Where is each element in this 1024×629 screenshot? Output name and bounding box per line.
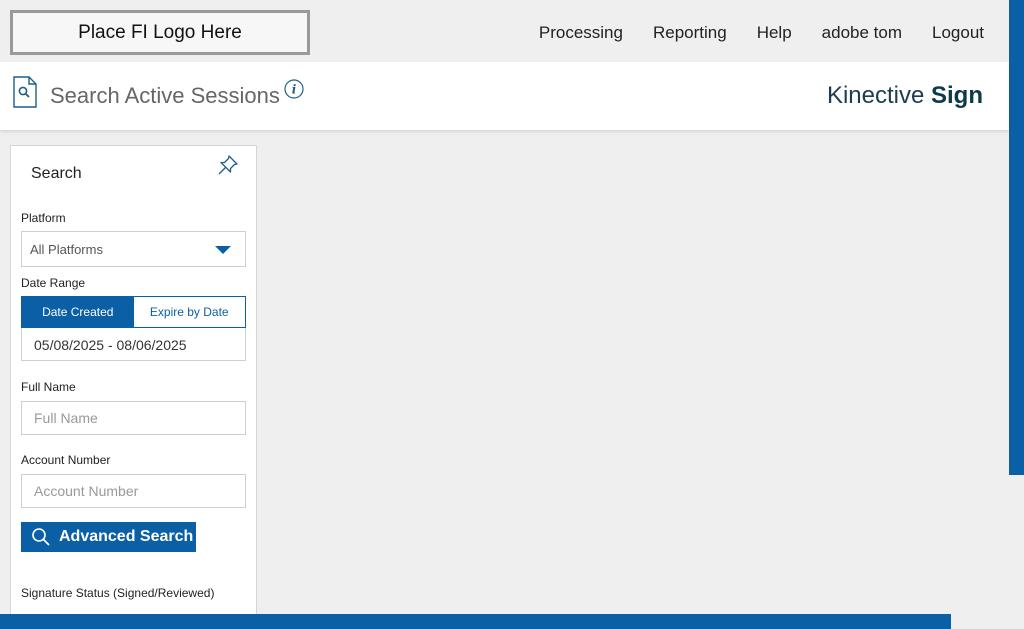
date-type-toggle: Date Created Expire by Date: [21, 296, 246, 328]
date-range-label: Date Range: [21, 276, 86, 290]
info-icon[interactable]: i: [284, 79, 304, 99]
advanced-search-button[interactable]: Advanced Search: [21, 522, 196, 552]
right-accent-strip: [1009, 0, 1024, 475]
search-icon: [32, 528, 50, 546]
platform-selected-value: All Platforms: [30, 242, 103, 257]
date-range-field[interactable]: 05/08/2025 - 08/06/2025: [21, 328, 246, 361]
nav-processing[interactable]: Processing: [539, 23, 623, 43]
chevron-down-icon: [215, 246, 231, 254]
full-name-label: Full Name: [21, 380, 76, 394]
brand-logo: Kinective Sign: [827, 82, 983, 110]
fi-logo-placeholder: Place FI Logo Here: [10, 10, 310, 55]
search-document-icon: [13, 76, 37, 108]
nav-user[interactable]: adobe tom: [822, 23, 902, 43]
tab-expire-by-date[interactable]: Expire by Date: [133, 297, 245, 327]
app-page: Place FI Logo Here Processing Reporting …: [0, 0, 1024, 629]
full-name-input[interactable]: [21, 401, 246, 435]
nav-logout[interactable]: Logout: [932, 23, 984, 43]
nav-reporting[interactable]: Reporting: [653, 23, 727, 43]
pin-icon[interactable]: [216, 153, 240, 177]
top-bar: Place FI Logo Here Processing Reporting …: [0, 0, 1010, 62]
nav-help[interactable]: Help: [757, 23, 792, 43]
signature-status-label: Signature Status (Signed/Reviewed): [21, 586, 215, 600]
account-number-input[interactable]: [21, 474, 246, 508]
search-panel-title: Search: [31, 165, 82, 182]
platform-label: Platform: [21, 211, 66, 225]
platform-select[interactable]: All Platforms: [21, 231, 246, 267]
search-panel: Search Platform All Platforms Date Range…: [10, 145, 257, 625]
account-number-label: Account Number: [21, 453, 111, 467]
top-nav: Processing Reporting Help adobe tom Logo…: [539, 0, 984, 66]
svg-text:i: i: [292, 83, 297, 97]
page-title: Search Active Sessions: [50, 83, 280, 108]
tab-date-created[interactable]: Date Created: [22, 297, 134, 327]
page-header: Search Active Sessions i Kinective Sign: [0, 62, 1009, 130]
advanced-search-label: Advanced Search: [59, 528, 194, 545]
bottom-accent-bar: [0, 614, 951, 629]
brand-light: Kinective: [826, 82, 925, 109]
brand-bold: Sign: [931, 82, 983, 109]
